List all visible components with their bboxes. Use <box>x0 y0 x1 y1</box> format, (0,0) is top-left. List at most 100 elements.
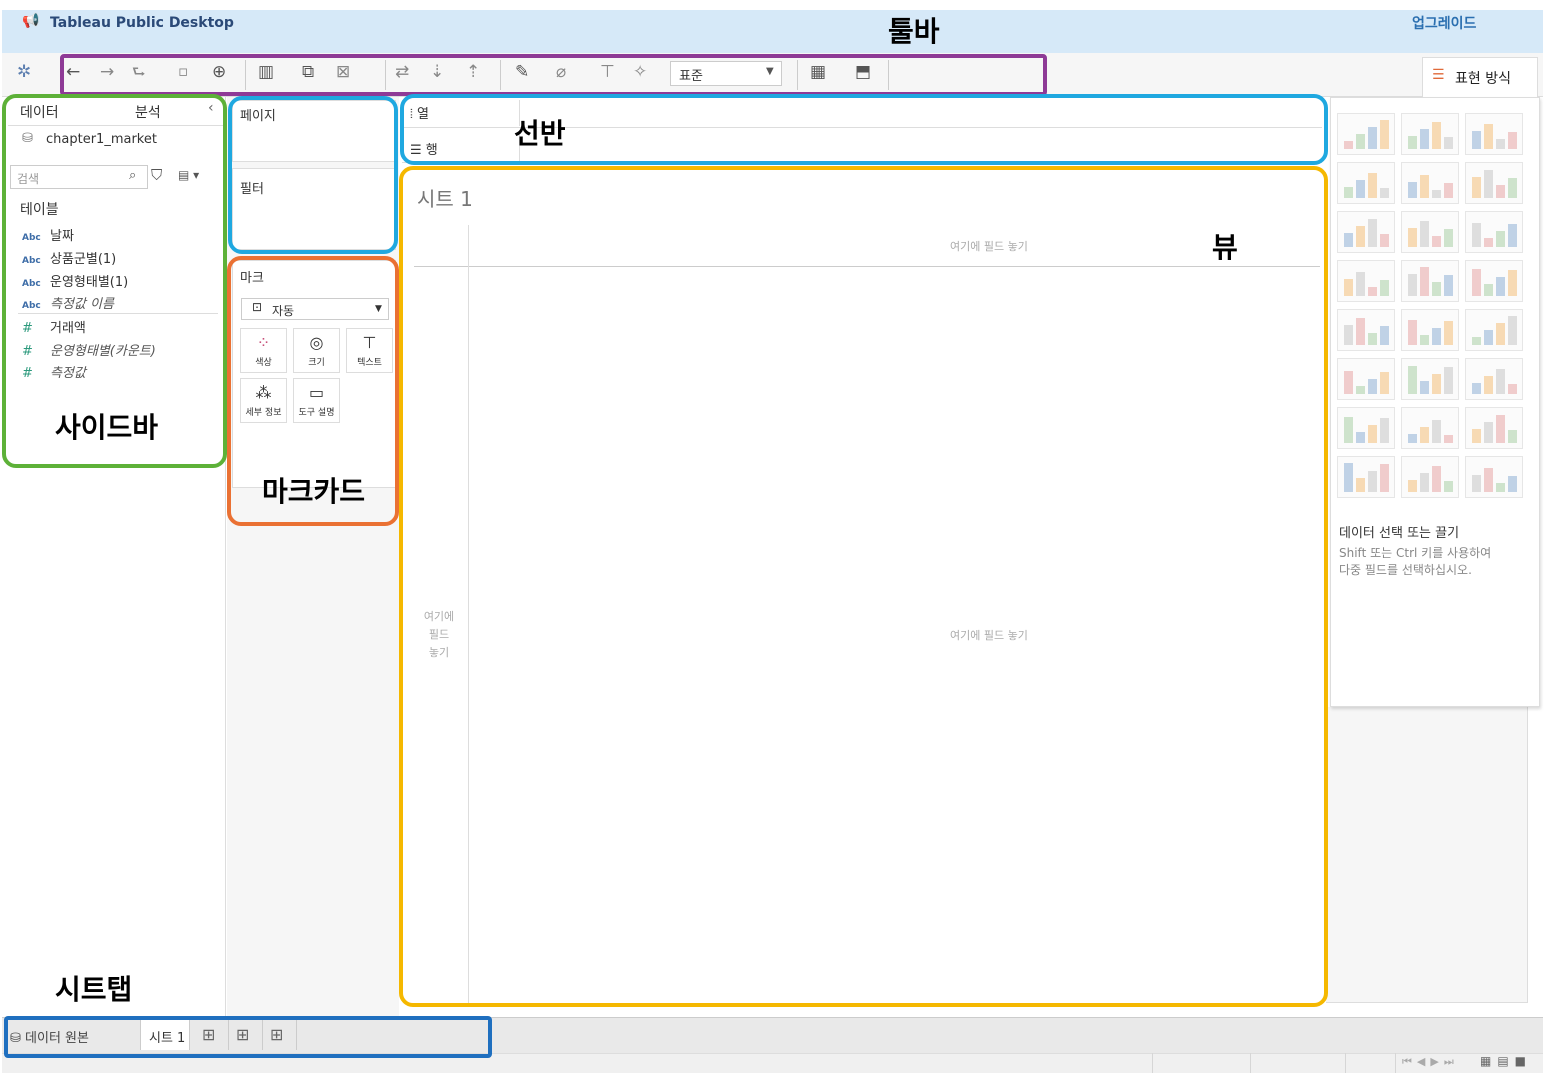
chart-type-thumbnail[interactable] <box>1465 113 1523 155</box>
chart-type-thumbnail[interactable] <box>1465 309 1523 351</box>
chart-type-thumbnail[interactable] <box>1337 407 1395 449</box>
chart-type-thumbnail[interactable] <box>1337 211 1395 253</box>
thumbnail-mark <box>1420 427 1429 443</box>
row-header-divider <box>468 225 469 1005</box>
thumbnail-mark <box>1408 320 1417 345</box>
thumbnail-mark <box>1356 226 1365 247</box>
tab-data[interactable]: 데이터 <box>20 102 59 122</box>
thumbnail-mark <box>1444 229 1453 247</box>
swap-icon[interactable]: ⇄ <box>395 62 409 82</box>
field-measure[interactable]: # 거래액 <box>22 317 86 336</box>
field-measure[interactable]: # 측정값 <box>22 362 86 381</box>
chart-type-thumbnail[interactable] <box>1401 456 1459 498</box>
field-dimension[interactable]: Abc 날짜 <box>22 225 74 244</box>
chart-type-thumbnail[interactable] <box>1337 309 1395 351</box>
field-dimension[interactable]: Abc 상품군별(1) <box>22 248 116 267</box>
new-story-icon[interactable]: ⊞ <box>270 1025 283 1044</box>
chart-type-thumbnail[interactable] <box>1337 456 1395 498</box>
sheet-tab[interactable]: 시트 1 <box>140 1020 190 1050</box>
thumbnail-mark <box>1368 127 1377 149</box>
search-icon[interactable]: ⌕ <box>129 168 136 183</box>
chart-type-thumbnail[interactable] <box>1465 211 1523 253</box>
back-arrow-icon[interactable]: ← <box>66 62 80 82</box>
thumbnail-mark <box>1368 425 1377 443</box>
tooltip-button[interactable]: ▭ 도구 설명 <box>293 378 340 423</box>
showme-icon: ☰ <box>1432 67 1445 83</box>
tableau-logo-icon[interactable]: ✲ <box>17 62 31 82</box>
chart-type-thumbnail[interactable] <box>1465 358 1523 400</box>
sheet-view-icon[interactable]: ▦▤■ <box>1480 1054 1532 1068</box>
chart-type-thumbnail[interactable] <box>1337 113 1395 155</box>
chart-type-thumbnail[interactable] <box>1465 162 1523 204</box>
chart-type-thumbnail[interactable] <box>1401 260 1459 302</box>
chart-type-thumbnail[interactable] <box>1401 309 1459 351</box>
group-icon[interactable]: ⌀ <box>556 62 566 82</box>
tables-heading: 테이블 <box>20 202 59 218</box>
column-drop-zone[interactable]: 여기에 필드 놓기 <box>950 238 1028 254</box>
new-dashboard-icon[interactable]: ⊞ <box>236 1025 249 1044</box>
thumbnail-mark <box>1508 430 1517 443</box>
chart-type-thumbnail[interactable] <box>1465 260 1523 302</box>
thumbnail-mark <box>1344 233 1353 247</box>
view-annotation-label: 뷰 <box>1212 231 1238 264</box>
thumbnail-mark <box>1472 177 1481 198</box>
datasource-tab[interactable]: ⛁ 데이터 원본 <box>10 1027 89 1046</box>
collapse-icon[interactable]: ‹ <box>208 100 214 116</box>
size-button[interactable]: ◎ 크기 <box>293 328 340 373</box>
field-dimension[interactable]: Abc 측정값 이름 <box>22 293 114 312</box>
tabs-annotation-label: 시트탭 <box>55 973 133 1006</box>
view-canvas[interactable] <box>402 165 1326 1017</box>
forward-arrow-icon[interactable]: → <box>100 62 114 82</box>
color-button[interactable]: ⁘ 색상 <box>240 328 287 373</box>
toolbar-separator <box>245 60 246 90</box>
text-button[interactable]: ⊤ 텍스트 <box>346 328 393 373</box>
chart-type-thumbnail[interactable] <box>1401 162 1459 204</box>
header-divider <box>414 266 1320 267</box>
thumbnail-mark <box>1432 374 1441 394</box>
highlight-icon[interactable]: ✎ <box>515 62 529 82</box>
chart-type-thumbnail[interactable] <box>1337 358 1395 400</box>
datasource-name[interactable]: chapter1_market <box>46 132 157 147</box>
thumbnail-mark <box>1408 480 1417 492</box>
chart-type-thumbnail[interactable] <box>1337 260 1395 302</box>
new-datasource-icon[interactable]: ⊕ <box>212 62 226 82</box>
field-measure[interactable]: # 운영형태별(카운트) <box>22 340 156 359</box>
view-options-icon[interactable]: ▤ ▾ <box>178 168 199 182</box>
chart-type-thumbnail[interactable] <box>1401 113 1459 155</box>
chart-type-thumbnail[interactable] <box>1465 456 1523 498</box>
redo-icon[interactable]: ⮑ <box>132 62 146 87</box>
chart-type-thumbnail[interactable] <box>1465 407 1523 449</box>
show-cards-icon[interactable]: ▦ <box>810 62 826 82</box>
duplicate-sheet-icon[interactable]: ⧉ <box>302 62 314 82</box>
new-worksheet-icon[interactable]: ⊞ <box>202 1025 215 1044</box>
sheet-navigation-icon[interactable]: ⏮◀▶⏭ <box>1402 1055 1459 1069</box>
chart-type-thumbnail[interactable] <box>1401 358 1459 400</box>
filter-icon[interactable]: ⛉ <box>151 166 162 184</box>
chevron-down-icon[interactable]: ▼ <box>766 66 774 77</box>
sheet-title[interactable]: 시트 1 <box>417 183 473 212</box>
sort-ascending-icon[interactable]: ⇣ <box>430 62 444 82</box>
label-icon[interactable]: ⊤ <box>600 62 615 82</box>
clear-sheet-icon[interactable]: ⊠ <box>336 62 350 82</box>
search-input[interactable]: 검색 <box>10 165 148 189</box>
field-dimension[interactable]: Abc 운영형태별(1) <box>22 271 128 290</box>
save-icon[interactable]: ▫ <box>178 62 188 80</box>
chevron-down-icon[interactable]: ▼ <box>375 304 382 314</box>
thumbnail-mark <box>1420 175 1429 198</box>
rows-shelf-label: ☰ 행 <box>410 143 438 158</box>
thumbnail-mark <box>1408 228 1417 247</box>
upgrade-link[interactable]: 업그레이드 <box>1412 13 1476 33</box>
detail-button[interactable]: ⁂ 세부 정보 <box>240 378 287 423</box>
megaphone-icon[interactable]: 📢 <box>22 13 39 29</box>
row-drop-zone[interactable]: 여기에 필드 놓기 <box>418 608 460 662</box>
body-drop-zone[interactable]: 여기에 필드 놓기 <box>950 627 1028 643</box>
presentation-icon[interactable]: ⬒ <box>855 62 871 82</box>
chart-type-thumbnail[interactable] <box>1401 211 1459 253</box>
pin-icon[interactable]: ✧ <box>633 62 647 82</box>
chart-type-thumbnail[interactable] <box>1337 162 1395 204</box>
sort-descending-icon[interactable]: ⇡ <box>466 62 480 82</box>
mark-type-select[interactable]: 자동 <box>241 298 389 320</box>
new-worksheet-icon[interactable]: ▥ <box>258 62 274 82</box>
chart-type-thumbnail[interactable] <box>1401 407 1459 449</box>
tab-analysis[interactable]: 분석 <box>135 102 161 122</box>
